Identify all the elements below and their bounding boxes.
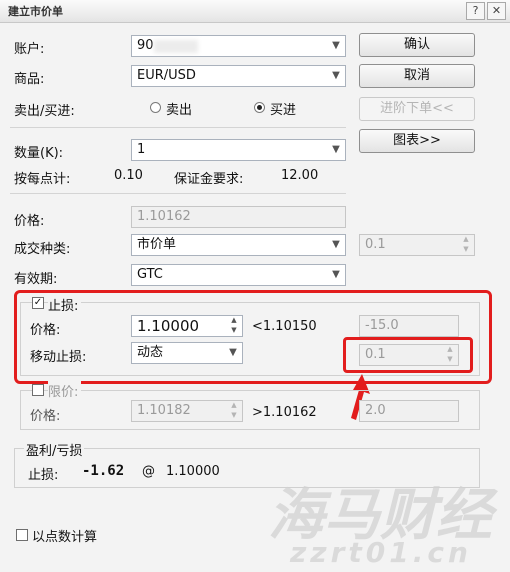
margin-label: 保证金要求: [174, 172, 244, 187]
order-type-select[interactable]: 市价单 ▼ [131, 234, 346, 256]
chevron-down-icon: ▼ [332, 144, 340, 155]
spinner-arrows-icon: ▲ ▼ [231, 401, 237, 419]
quantity-value: 1 [137, 142, 146, 157]
symbol-select[interactable]: EUR/USD ▼ [131, 65, 346, 87]
pl-stop-value: -1.62 [82, 463, 125, 479]
order-type-extra-stepper: 0.1 ▲ ▼ [359, 234, 475, 256]
order-type-value: 市价单 [137, 237, 177, 252]
chevron-down-icon: ▼ [332, 269, 340, 280]
chevron-down-icon: ▼ [332, 40, 340, 51]
limit-pips-value: 2.0 [365, 403, 386, 418]
close-button[interactable]: ✕ [487, 2, 506, 20]
validity-label: 有效期: [14, 272, 58, 287]
points-label: 以点数计算 [32, 530, 98, 545]
chevron-down-icon: ▼ [332, 70, 340, 81]
validity-select[interactable]: GTC ▼ [131, 264, 346, 286]
validity-value: GTC [137, 267, 163, 282]
symbol-label: 商品: [14, 72, 45, 87]
cancel-button[interactable]: 取消 [359, 64, 475, 88]
spinner-arrows-icon: ▲ ▼ [463, 235, 469, 253]
limit-label: 限价: [48, 381, 82, 400]
create-market-order-dialog: 建立市价单 ? ✕ 账户: 90 ▼ 商品: EUR/USD ▼ 卖出/买进: … [0, 0, 510, 572]
sell-radio-label: 卖出 [166, 103, 193, 118]
pl-stop-label: 止损: [28, 468, 59, 483]
account-label: 账户: [14, 42, 45, 57]
advanced-order-button[interactable]: 进阶下单<< [359, 97, 475, 121]
price-value: 1.10162 [137, 209, 191, 224]
point-value-label: 按每点计: [14, 172, 71, 187]
chart-button[interactable]: 图表>> [359, 129, 475, 153]
quantity-label: 数量(K): [14, 146, 64, 161]
title-bar: 建立市价单 ? ✕ [0, 0, 510, 23]
divider [10, 127, 346, 128]
points-checkbox[interactable] [16, 529, 28, 541]
order-type-label: 成交种类: [14, 242, 71, 257]
limit-price-value: 1.10182 [137, 403, 191, 418]
account-redaction [154, 40, 198, 53]
account-select[interactable]: 90 ▼ [131, 35, 346, 57]
limit-checkbox[interactable] [32, 384, 44, 396]
pl-stop-price: 1.10000 [166, 464, 220, 479]
limit-pips-field: 2.0 [359, 400, 459, 422]
limit-price-hint: >1.10162 [252, 405, 317, 420]
price-label: 价格: [14, 214, 45, 229]
symbol-value: EUR/USD [137, 68, 196, 83]
price-field: 1.10162 [131, 206, 346, 228]
limit-price-stepper: 1.10182 ▲ ▼ [131, 400, 243, 422]
point-value: 0.10 [114, 168, 143, 183]
profit-loss-title: 盈利/亏损 [24, 440, 85, 459]
pl-at-symbol: @ [142, 464, 155, 479]
account-value: 90 [137, 38, 154, 53]
buy-radio[interactable] [254, 102, 265, 113]
buy-radio-label: 买进 [270, 103, 297, 118]
confirm-button[interactable]: 确认 [359, 33, 475, 57]
chevron-down-icon: ▼ [332, 239, 340, 250]
divider [10, 193, 346, 194]
side-label: 卖出/买进: [14, 104, 75, 119]
order-type-extra-value: 0.1 [365, 237, 386, 252]
margin-value: 12.00 [281, 168, 319, 183]
highlight-box-small [343, 337, 473, 373]
limit-price-label: 价格: [30, 409, 61, 424]
quantity-select[interactable]: 1 ▼ [131, 139, 346, 161]
help-button[interactable]: ? [466, 2, 485, 20]
sell-radio[interactable] [150, 102, 161, 113]
dialog-title: 建立市价单 [8, 5, 63, 18]
watermark-url: zzrt01.cn [290, 536, 472, 569]
